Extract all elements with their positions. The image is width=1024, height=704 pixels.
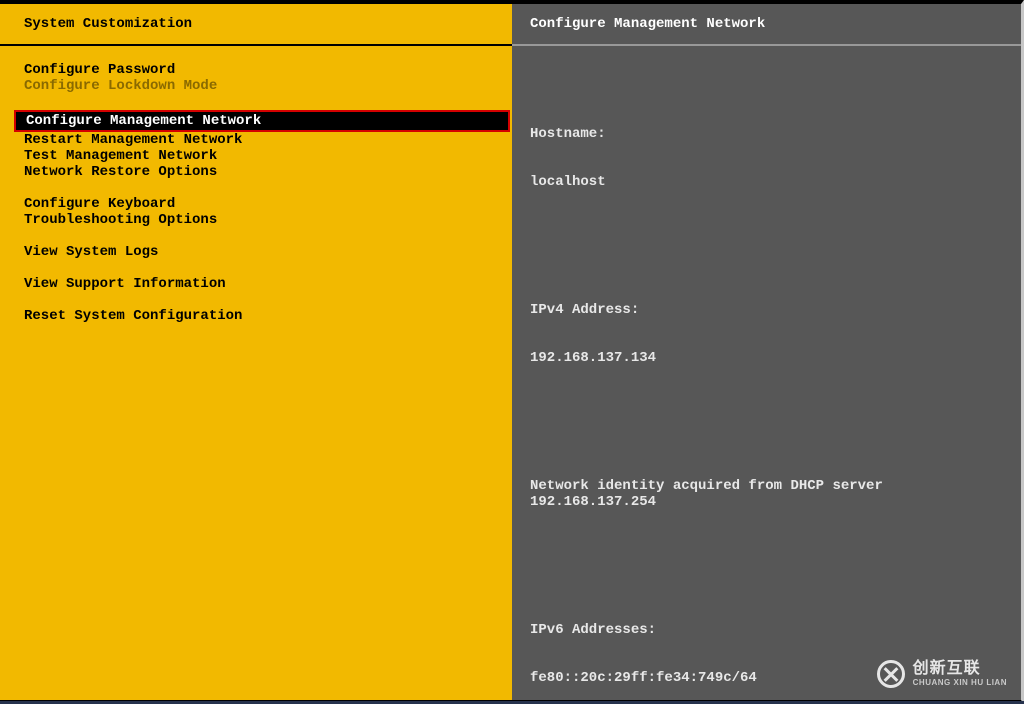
watermark-text-small: CHUANG XIN HU LIAN [913, 679, 1007, 687]
menu-item[interactable]: Network Restore Options [24, 164, 488, 180]
ipv4-label: IPv4 Address: [530, 302, 1003, 318]
menu-group: Configure PasswordConfigure Lockdown Mod… [24, 62, 488, 94]
menu-item[interactable]: Reset System Configuration [24, 308, 488, 324]
menu-item[interactable]: Test Management Network [24, 148, 488, 164]
dhcp-line: Network identity acquired from DHCP serv… [530, 478, 1003, 510]
ipv4-value: 192.168.137.134 [530, 350, 1003, 366]
left-panel-title: System Customization [24, 16, 192, 32]
menu-item-label: Configure Management Network [16, 112, 508, 130]
ipv6-label: IPv6 Addresses: [530, 622, 1003, 638]
menu-item[interactable]: Configure Password [24, 62, 488, 78]
left-panel: System Customization Configure PasswordC… [0, 0, 512, 704]
watermark-logo-icon [877, 660, 905, 688]
menu-group: View Support Information [24, 276, 488, 292]
watermark-text-big: 创新互联 [913, 661, 1007, 677]
menu-item[interactable]: View System Logs [24, 244, 488, 260]
menu-item[interactable]: View Support Information [24, 276, 488, 292]
menu-group: Configure Management NetworkRestart Mana… [24, 110, 488, 180]
menu-item[interactable]: Configure Lockdown Mode [24, 78, 488, 94]
hostname-label: Hostname: [530, 126, 1003, 142]
menu-item[interactable]: Configure Keyboard [24, 196, 488, 212]
right-panel: Configure Management Network Hostname: l… [512, 0, 1024, 704]
menu-group: View System Logs [24, 244, 488, 260]
menu-item-selected[interactable]: Configure Management Network [14, 110, 510, 132]
menu-item[interactable]: Restart Management Network [24, 132, 488, 148]
menu-group: Configure KeyboardTroubleshooting Option… [24, 196, 488, 228]
menu-list: Configure PasswordConfigure Lockdown Mod… [0, 46, 512, 324]
menu-group: Reset System Configuration [24, 308, 488, 324]
right-panel-title: Configure Management Network [530, 16, 765, 32]
detail-body: Hostname: localhost IPv4 Address: 192.16… [512, 46, 1021, 704]
watermark: 创新互联 CHUANG XIN HU LIAN [877, 660, 1007, 688]
menu-item[interactable]: Troubleshooting Options [24, 212, 488, 228]
hostname-value: localhost [530, 174, 1003, 190]
